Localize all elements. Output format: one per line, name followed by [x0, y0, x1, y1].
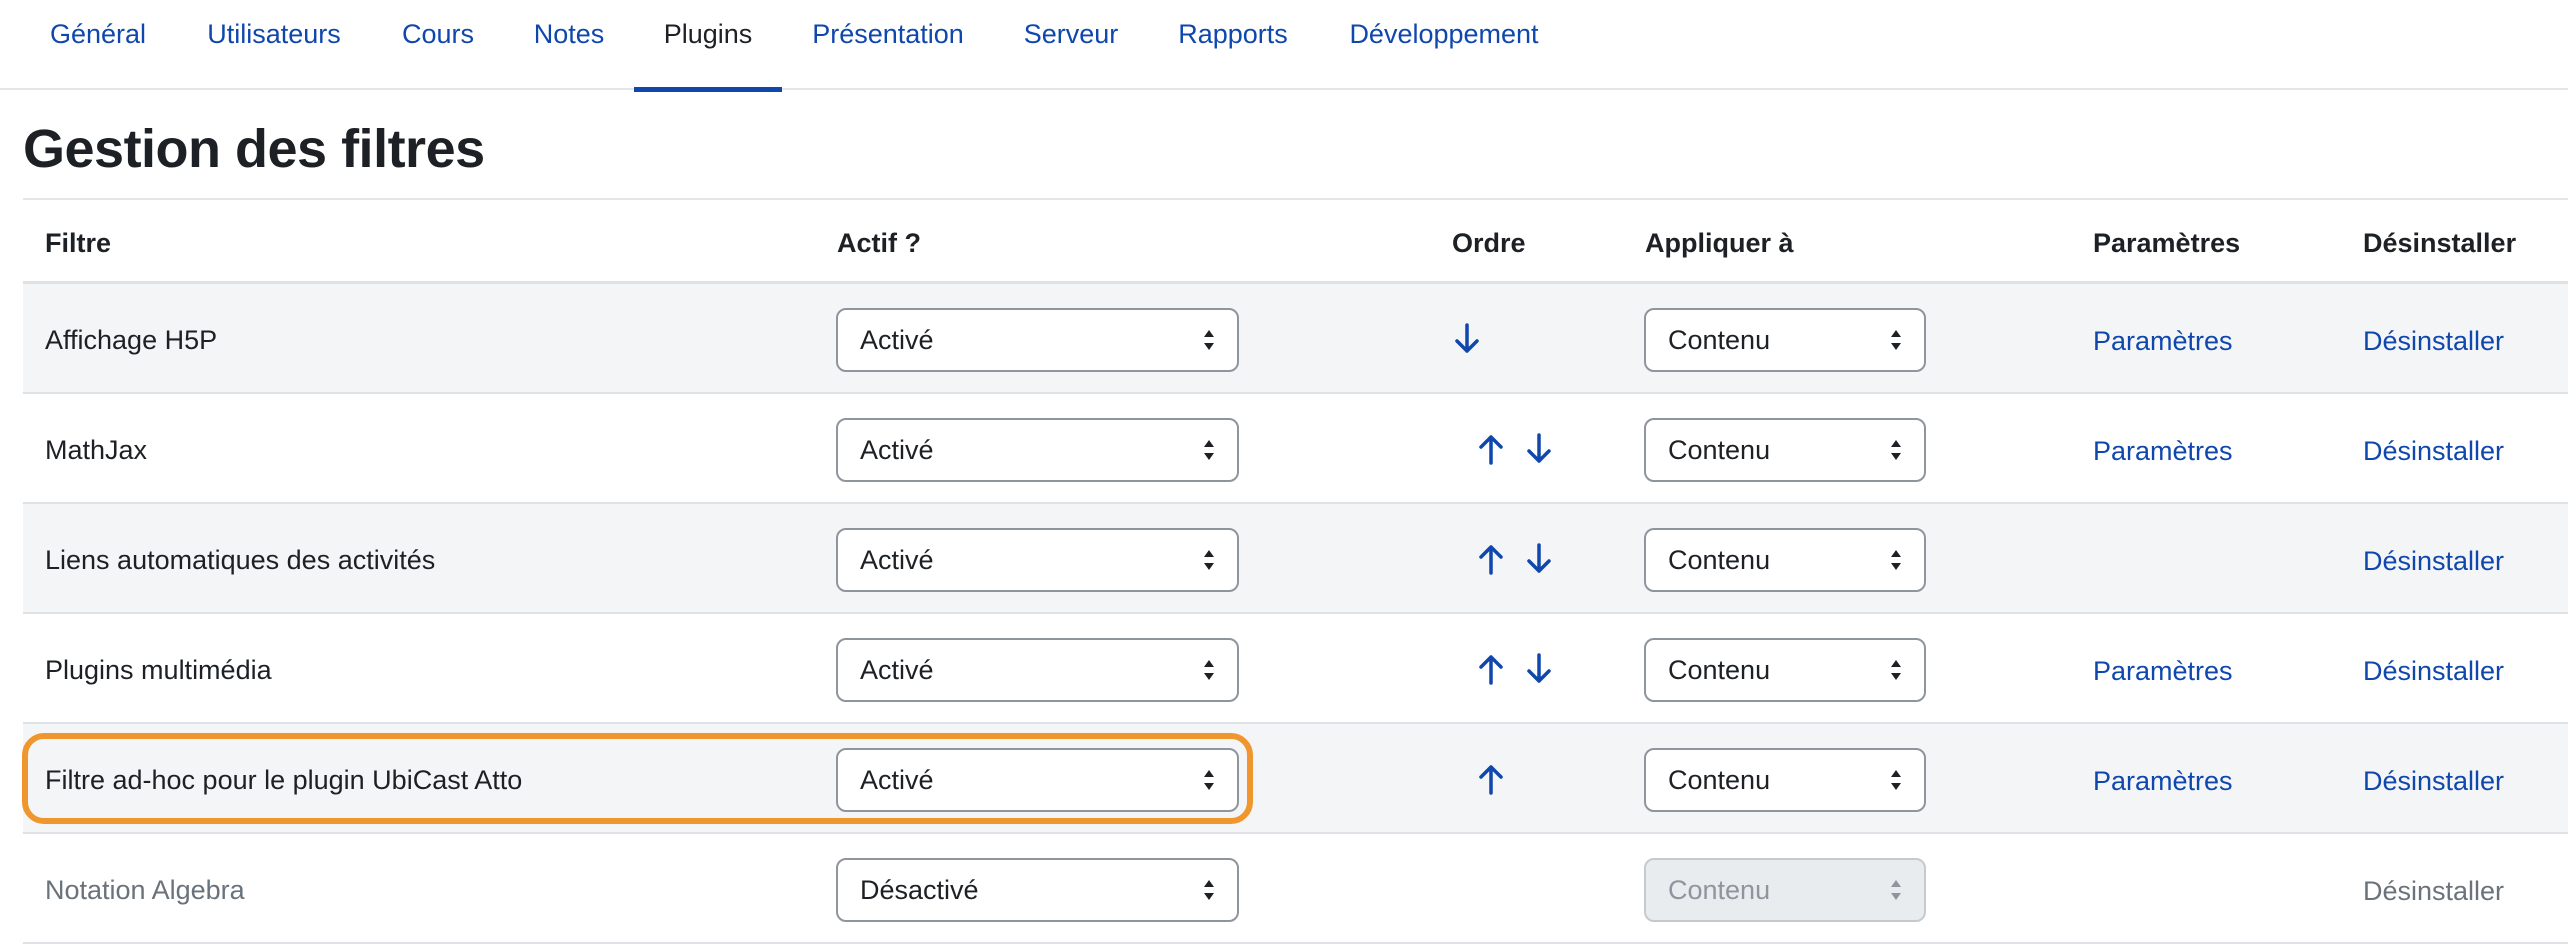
filter-name: Filtre ad-hoc pour le plugin UbiCast Att… — [45, 765, 523, 795]
arrow-down-icon[interactable] — [1524, 652, 1554, 686]
table-row: Filtre ad-hoc pour le plugin UbiCast Att… — [23, 724, 2568, 834]
active-select-value: Activé — [860, 544, 934, 575]
tab-plugins[interactable]: Plugins — [634, 0, 782, 92]
sort-caret-icon — [1204, 550, 1214, 570]
sort-caret-icon — [1204, 440, 1214, 460]
apply-to-select[interactable]: Contenu — [1644, 528, 1926, 592]
uninstall-link[interactable]: Désinstaller — [2363, 326, 2504, 357]
arrow-up-icon[interactable] — [1476, 432, 1506, 466]
uninstall-link[interactable]: Désinstaller — [2363, 546, 2504, 577]
apply-to-select-value: Contenu — [1668, 874, 1771, 905]
table-row: Plugins multimédia Activé Contenu Paramè… — [23, 614, 2568, 724]
apply-to-select: Contenu — [1644, 858, 1926, 922]
sort-caret-icon — [1204, 880, 1214, 900]
filter-name: Affichage H5P — [45, 325, 218, 355]
sort-caret-icon — [1204, 770, 1214, 790]
apply-to-select-value: Contenu — [1668, 654, 1771, 685]
arrow-up-icon[interactable] — [1476, 542, 1506, 576]
table-row: Liens automatiques des activités Activé … — [23, 504, 2568, 614]
header-active: Actif ? — [837, 227, 921, 258]
active-select[interactable]: Activé — [836, 528, 1239, 592]
active-select-value: Désactivé — [860, 874, 979, 905]
apply-to-select[interactable]: Contenu — [1644, 638, 1926, 702]
active-select[interactable]: Activé — [836, 638, 1239, 702]
tab-users[interactable]: Utilisateurs — [198, 0, 350, 90]
sort-caret-icon — [1891, 440, 1901, 460]
header-filter: Filtre — [45, 227, 112, 258]
page-title: Gestion des filtres — [23, 119, 485, 179]
apply-to-select[interactable]: Contenu — [1644, 308, 1926, 372]
arrow-up-icon[interactable] — [1476, 762, 1506, 796]
sort-caret-icon — [1204, 660, 1214, 680]
apply-to-select-value: Contenu — [1668, 544, 1771, 575]
active-select-value: Activé — [860, 764, 934, 795]
active-select[interactable]: Désactivé — [836, 858, 1239, 922]
arrow-down-icon[interactable] — [1452, 322, 1482, 356]
filter-name: MathJax — [45, 435, 148, 465]
active-select-value: Activé — [860, 654, 934, 685]
arrow-down-icon[interactable] — [1524, 432, 1554, 466]
tab-reports[interactable]: Rapports — [1172, 0, 1294, 90]
tab-development[interactable]: Développement — [1344, 0, 1544, 90]
uninstall-link[interactable]: Désinstaller — [2363, 766, 2504, 797]
table-row: Notation Algebra Désactivé Contenu Désin… — [23, 834, 2568, 944]
header-settings: Paramètres — [2093, 227, 2241, 258]
active-select[interactable]: Activé — [836, 308, 1239, 372]
settings-link[interactable]: Paramètres — [2093, 326, 2233, 357]
filter-name: Liens automatiques des activités — [45, 545, 436, 575]
tab-appearance[interactable]: Présentation — [808, 0, 968, 90]
apply-to-select[interactable]: Contenu — [1644, 748, 1926, 812]
sort-caret-icon — [1891, 330, 1901, 350]
settings-link[interactable]: Paramètres — [2093, 766, 2233, 797]
tab-grades[interactable]: Notes — [524, 0, 614, 90]
apply-to-select-value: Contenu — [1668, 324, 1771, 355]
admin-tabs: Général Utilisateurs Cours Notes Plugins… — [0, 0, 2568, 92]
apply-to-select-value: Contenu — [1668, 434, 1771, 465]
active-select[interactable]: Activé — [836, 748, 1239, 812]
apply-to-select[interactable]: Contenu — [1644, 418, 1926, 482]
settings-link[interactable]: Paramètres — [2093, 656, 2233, 687]
filters-table: Filtre Actif ? Ordre Appliquer à Paramèt… — [23, 198, 2568, 944]
active-select-value: Activé — [860, 324, 934, 355]
active-select-value: Activé — [860, 434, 934, 465]
filter-name: Plugins multimédia — [45, 655, 272, 685]
header-order: Ordre — [1452, 227, 1526, 258]
header-uninstall: Désinstaller — [2363, 227, 2517, 258]
filter-name: Notation Algebra — [45, 875, 245, 905]
active-select[interactable]: Activé — [836, 418, 1239, 482]
arrow-up-icon[interactable] — [1476, 652, 1506, 686]
sort-caret-icon — [1891, 550, 1901, 570]
table-row: Affichage H5P Activé Contenu Paramètres … — [23, 284, 2568, 394]
sort-caret-icon — [1891, 660, 1901, 680]
tab-courses[interactable]: Cours — [392, 0, 484, 90]
apply-to-select-value: Contenu — [1668, 764, 1771, 795]
uninstall-link[interactable]: Désinstaller — [2363, 436, 2504, 467]
tab-general[interactable]: Général — [32, 0, 164, 90]
header-apply-to: Appliquer à — [1645, 227, 1794, 258]
arrow-down-icon[interactable] — [1524, 542, 1554, 576]
tab-server[interactable]: Serveur — [1020, 0, 1122, 90]
sort-caret-icon — [1204, 330, 1214, 350]
sort-caret-icon — [1891, 880, 1901, 900]
sort-caret-icon — [1891, 770, 1901, 790]
table-header: Filtre Actif ? Ordre Appliquer à Paramèt… — [23, 198, 2568, 284]
uninstall-link[interactable]: Désinstaller — [2363, 876, 2504, 907]
table-row: MathJax Activé Contenu Paramètres Désins… — [23, 394, 2568, 504]
settings-link[interactable]: Paramètres — [2093, 436, 2233, 467]
uninstall-link[interactable]: Désinstaller — [2363, 656, 2504, 687]
